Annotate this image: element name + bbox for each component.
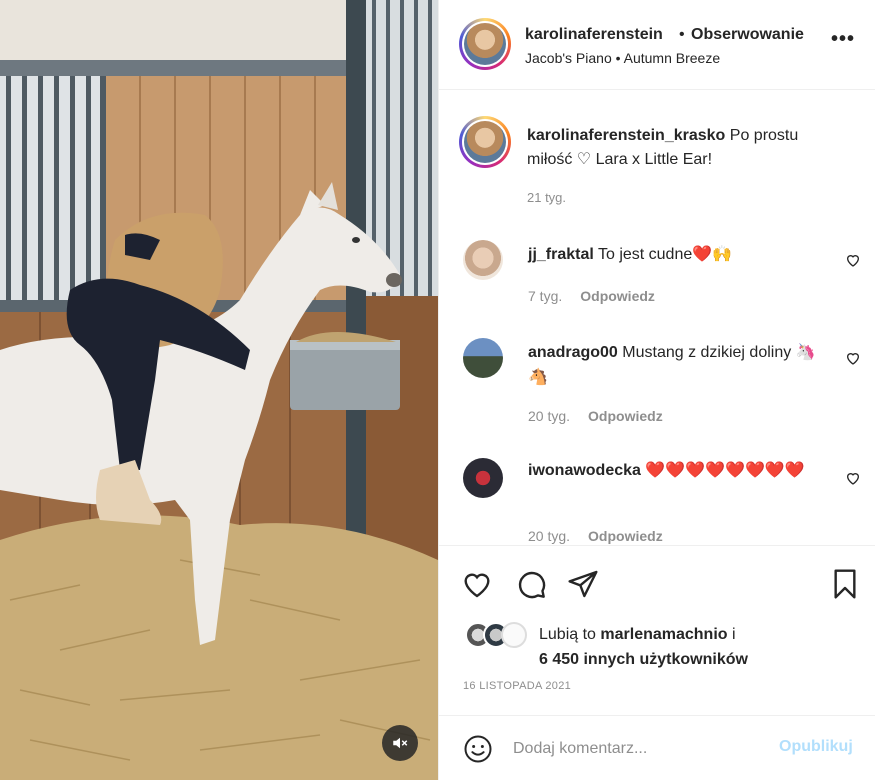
bookmark-icon[interactable] — [829, 568, 861, 600]
reply-button[interactable]: Odpowiedz — [580, 288, 655, 304]
comment-like-heart-icon[interactable] — [845, 470, 861, 486]
more-options-icon[interactable]: ••• — [831, 28, 855, 51]
mute-button[interactable] — [382, 725, 418, 761]
caption-text: karolinaferenstein_krasko Po prostu miło… — [527, 124, 837, 172]
comment-avatar[interactable] — [463, 338, 503, 378]
publish-button[interactable]: Opublikuj — [779, 738, 853, 756]
comment-meta: 20 tyg. Odpowiedz — [528, 408, 681, 424]
liked-by-avatars[interactable] — [465, 622, 535, 650]
comment-time[interactable]: 20 tyg. — [528, 528, 570, 544]
post-header: karolinaferenstein • Obserwowanie Jacob'… — [439, 0, 875, 90]
comment-body: To jest cudne❤️🙌 — [597, 246, 733, 263]
comment-meta: 20 tyg. Odpowiedz — [528, 528, 681, 544]
reply-button[interactable]: Odpowiedz — [588, 528, 663, 544]
add-comment-bar: Opublikuj — [439, 715, 875, 780]
smiley-icon[interactable] — [463, 734, 493, 764]
comment-body: ❤️❤️❤️❤️❤️❤️❤️❤️ — [645, 462, 805, 479]
likes-connector: i — [732, 626, 736, 643]
comment-username[interactable]: jj_fraktal — [528, 246, 594, 263]
caption-avatar[interactable] — [459, 116, 511, 168]
send-icon[interactable] — [567, 568, 599, 600]
author-avatar[interactable] — [459, 18, 511, 70]
header-separator: • — [679, 26, 685, 43]
comment-text: iwonawodecka ❤️❤️❤️❤️❤️❤️❤️❤️ — [528, 458, 828, 483]
comment-avatar[interactable] — [463, 240, 503, 280]
comment-like-heart-icon[interactable] — [845, 252, 861, 268]
comment-avatar[interactable] — [463, 458, 503, 498]
audio-track-link[interactable]: Jacob's Piano • Autumn Breeze — [525, 50, 720, 66]
comment-meta: 7 tyg. Odpowiedz — [528, 288, 673, 304]
comment-text: jj_fraktal To jest cudne❤️🙌 — [528, 242, 828, 267]
comments-list[interactable]: karolinaferenstein_krasko Po prostu miło… — [439, 90, 875, 545]
reply-button[interactable]: Odpowiedz — [588, 408, 663, 424]
author-username[interactable]: karolinaferenstein — [525, 26, 663, 44]
comment-text: anadrago00 Mustang z dzikiej doliny 🦄🐴 — [528, 340, 828, 390]
post-date[interactable]: 16 LISTOPADA 2021 — [463, 680, 571, 692]
comment-icon[interactable] — [515, 568, 547, 600]
liked-by-user[interactable]: marlenamachnio — [600, 626, 727, 643]
post-actions: Lubią to marlenamachnio i 6 450 innych u… — [439, 545, 875, 715]
following-button[interactable]: Obserwowanie — [691, 26, 804, 44]
video-frame — [0, 0, 438, 780]
likes-summary: Lubią to marlenamachnio i 6 450 innych u… — [539, 622, 748, 672]
post-details-panel: karolinaferenstein • Obserwowanie Jacob'… — [438, 0, 875, 780]
comment-username[interactable]: anadrago00 — [528, 344, 618, 361]
caption-time[interactable]: 21 tyg. — [527, 190, 566, 205]
likes-prefix: Lubią to — [539, 626, 596, 643]
comment-input[interactable] — [513, 736, 763, 762]
post-media[interactable] — [0, 0, 438, 780]
muted-speaker-icon — [393, 737, 408, 749]
comment-time[interactable]: 7 tyg. — [528, 288, 562, 304]
caption-username[interactable]: karolinaferenstein_krasko — [527, 127, 725, 144]
comment-username[interactable]: iwonawodecka — [528, 462, 641, 479]
likes-others-count[interactable]: 6 450 innych użytkowników — [539, 651, 748, 668]
heart-icon[interactable] — [461, 568, 493, 600]
comment-like-heart-icon[interactable] — [845, 350, 861, 366]
comment-time[interactable]: 20 tyg. — [528, 408, 570, 424]
